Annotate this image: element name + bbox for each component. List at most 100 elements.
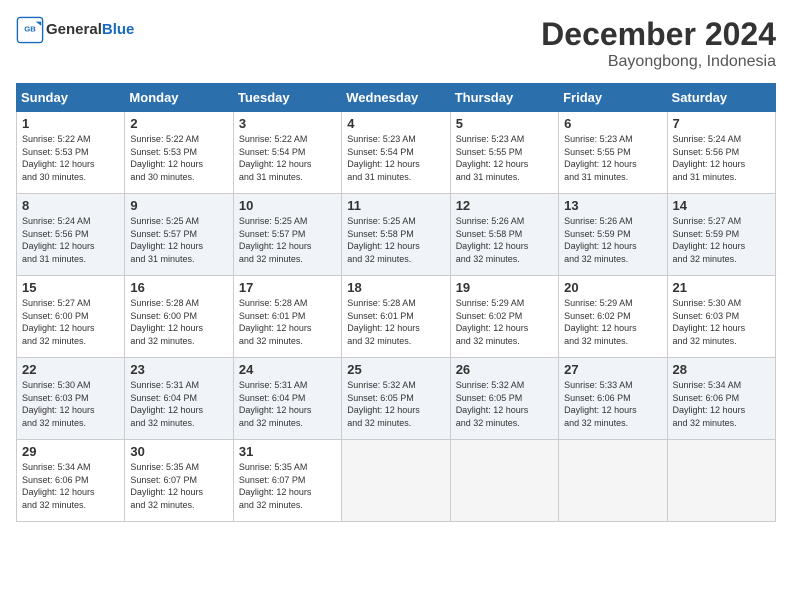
day-number: 20 [564,280,661,295]
day-header-thursday: Thursday [450,84,558,112]
day-number: 4 [347,116,444,131]
day-info: Sunrise: 5:23 AM Sunset: 5:55 PM Dayligh… [564,133,661,183]
calendar-cell: 6 Sunrise: 5:23 AM Sunset: 5:55 PM Daylig… [559,112,667,194]
calendar-cell: 27 Sunrise: 5:33 AM Sunset: 6:06 PM Dayli… [559,358,667,440]
day-number: 14 [673,198,770,213]
day-info: Sunrise: 5:27 AM Sunset: 5:59 PM Dayligh… [673,215,770,265]
day-header-sunday: Sunday [17,84,125,112]
day-info: Sunrise: 5:23 AM Sunset: 5:55 PM Dayligh… [456,133,553,183]
day-number: 15 [22,280,119,295]
day-info: Sunrise: 5:28 AM Sunset: 6:01 PM Dayligh… [347,297,444,347]
calendar-cell: 28Sunrise: 5:34 AM Sunset: 6:06 PM Dayli… [667,358,775,440]
header: GB GeneralBlue December 2024 Bayongbong,… [16,16,776,71]
calendar-cell: 30 Sunrise: 5:35 AM Sunset: 6:07 PM Dayli… [125,440,233,522]
calendar-cell: 15 Sunrise: 5:27 AM Sunset: 6:00 PM Dayli… [17,276,125,358]
day-number: 24 [239,362,336,377]
day-number: 6 [564,116,661,131]
day-info: Sunrise: 5:30 AM Sunset: 6:03 PM Dayligh… [673,297,770,347]
day-info: Sunrise: 5:22 AM Sunset: 5:53 PM Dayligh… [22,133,119,183]
calendar-cell: 25Sunrise: 5:32 AM Sunset: 6:05 PM Dayli… [342,358,450,440]
logo-icon: GB [16,16,44,44]
day-info: Sunrise: 5:35 AM Sunset: 6:07 PM Dayligh… [239,461,336,511]
day-info: Sunrise: 5:29 AM Sunset: 6:02 PM Dayligh… [564,297,661,347]
calendar-cell [667,440,775,522]
calendar-cell: 3 Sunrise: 5:22 AM Sunset: 5:54 PM Daylig… [233,112,341,194]
day-number: 26 [456,362,553,377]
day-number: 22 [22,362,119,377]
day-info: Sunrise: 5:30 AM Sunset: 6:03 PM Dayligh… [22,379,119,429]
day-header-wednesday: Wednesday [342,84,450,112]
calendar-cell: 16Sunrise: 5:28 AM Sunset: 6:00 PM Dayli… [125,276,233,358]
week-row-1: 1Sunrise: 5:22 AM Sunset: 5:53 PM Daylig… [17,112,776,194]
calendar-cell: 13 Sunrise: 5:26 AM Sunset: 5:59 PM Dayli… [559,194,667,276]
week-row-5: 29Sunrise: 5:34 AM Sunset: 6:06 PM Dayli… [17,440,776,522]
day-number: 21 [673,280,770,295]
calendar-cell: 17Sunrise: 5:28 AM Sunset: 6:01 PM Dayli… [233,276,341,358]
day-number: 2 [130,116,227,131]
day-number: 31 [239,444,336,459]
calendar-cell: 23Sunrise: 5:31 AM Sunset: 6:04 PM Dayli… [125,358,233,440]
day-info: Sunrise: 5:35 AM Sunset: 6:07 PM Dayligh… [130,461,227,511]
day-header-monday: Monday [125,84,233,112]
day-number: 30 [130,444,227,459]
day-number: 19 [456,280,553,295]
day-number: 5 [456,116,553,131]
page-container: GB GeneralBlue December 2024 Bayongbong,… [0,0,792,530]
calendar-cell: 24 Sunrise: 5:31 AM Sunset: 6:04 PM Dayli… [233,358,341,440]
calendar-cell: 21 Sunrise: 5:30 AM Sunset: 6:03 PM Dayli… [667,276,775,358]
day-info: Sunrise: 5:31 AM Sunset: 6:04 PM Dayligh… [239,379,336,429]
day-info: Sunrise: 5:27 AM Sunset: 6:00 PM Dayligh… [22,297,119,347]
calendar-cell: 29Sunrise: 5:34 AM Sunset: 6:06 PM Dayli… [17,440,125,522]
calendar-cell: 2 Sunrise: 5:22 AM Sunset: 5:53 PM Daylig… [125,112,233,194]
calendar-cell: 7 Sunrise: 5:24 AM Sunset: 5:56 PM Daylig… [667,112,775,194]
day-info: Sunrise: 5:25 AM Sunset: 5:57 PM Dayligh… [239,215,336,265]
day-info: Sunrise: 5:22 AM Sunset: 5:53 PM Dayligh… [130,133,227,183]
calendar-cell: 4Sunrise: 5:23 AM Sunset: 5:54 PM Daylig… [342,112,450,194]
calendar-cell: 31 Sunrise: 5:35 AM Sunset: 6:07 PM Dayli… [233,440,341,522]
day-header-saturday: Saturday [667,84,775,112]
day-number: 18 [347,280,444,295]
svg-text:GB: GB [24,24,36,33]
day-info: Sunrise: 5:24 AM Sunset: 5:56 PM Dayligh… [22,215,119,265]
day-info: Sunrise: 5:33 AM Sunset: 6:06 PM Dayligh… [564,379,661,429]
calendar-cell [559,440,667,522]
logo: GB GeneralBlue [16,16,134,44]
day-number: 25 [347,362,444,377]
header-row: SundayMondayTuesdayWednesdayThursdayFrid… [17,84,776,112]
day-info: Sunrise: 5:22 AM Sunset: 5:54 PM Dayligh… [239,133,336,183]
calendar-cell: 19 Sunrise: 5:29 AM Sunset: 6:02 PM Dayli… [450,276,558,358]
logo-text: GeneralBlue [46,22,134,39]
day-number: 17 [239,280,336,295]
day-number: 7 [673,116,770,131]
day-info: Sunrise: 5:29 AM Sunset: 6:02 PM Dayligh… [456,297,553,347]
calendar-cell [450,440,558,522]
day-info: Sunrise: 5:26 AM Sunset: 5:59 PM Dayligh… [564,215,661,265]
day-info: Sunrise: 5:24 AM Sunset: 5:56 PM Dayligh… [673,133,770,183]
day-number: 8 [22,198,119,213]
calendar-cell: 10 Sunrise: 5:25 AM Sunset: 5:57 PM Dayli… [233,194,341,276]
calendar-cell [342,440,450,522]
calendar-cell: 22 Sunrise: 5:30 AM Sunset: 6:03 PM Dayli… [17,358,125,440]
day-info: Sunrise: 5:31 AM Sunset: 6:04 PM Dayligh… [130,379,227,429]
day-number: 27 [564,362,661,377]
day-info: Sunrise: 5:26 AM Sunset: 5:58 PM Dayligh… [456,215,553,265]
day-header-tuesday: Tuesday [233,84,341,112]
day-number: 3 [239,116,336,131]
day-number: 9 [130,198,227,213]
calendar-cell: 12 Sunrise: 5:26 AM Sunset: 5:58 PM Dayli… [450,194,558,276]
location: Bayongbong, Indonesia [541,53,776,71]
calendar-cell: 5 Sunrise: 5:23 AM Sunset: 5:55 PM Daylig… [450,112,558,194]
calendar-cell: 26Sunrise: 5:32 AM Sunset: 6:05 PM Dayli… [450,358,558,440]
calendar-cell: 9Sunrise: 5:25 AM Sunset: 5:57 PM Daylig… [125,194,233,276]
day-number: 12 [456,198,553,213]
day-info: Sunrise: 5:34 AM Sunset: 6:06 PM Dayligh… [22,461,119,511]
day-header-friday: Friday [559,84,667,112]
day-info: Sunrise: 5:34 AM Sunset: 6:06 PM Dayligh… [673,379,770,429]
week-row-3: 15 Sunrise: 5:27 AM Sunset: 6:00 PM Dayli… [17,276,776,358]
month-title: December 2024 [541,16,776,53]
day-number: 13 [564,198,661,213]
title-block: December 2024 Bayongbong, Indonesia [541,16,776,71]
calendar-table: SundayMondayTuesdayWednesdayThursdayFrid… [16,83,776,522]
day-number: 10 [239,198,336,213]
calendar-cell: 20 Sunrise: 5:29 AM Sunset: 6:02 PM Dayli… [559,276,667,358]
